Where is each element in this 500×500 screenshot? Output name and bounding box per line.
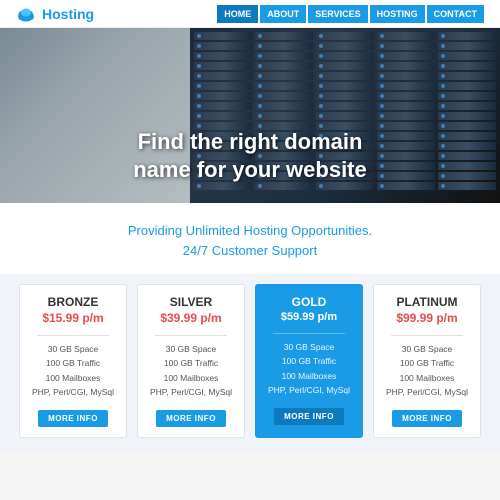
plan-feature-item: 100 Mailboxes xyxy=(382,371,472,385)
nav-item-contact[interactable]: Contact xyxy=(427,5,484,23)
subtitle-line1: Providing Unlimited Hosting Opportunitie… xyxy=(128,223,372,238)
plan-feature-item: 30 GB Space xyxy=(146,342,236,356)
plan-card-platinum: Platinum $99.99 p/m 30 GB Space100 GB Traf… xyxy=(373,284,481,438)
plan-feature-item: 100 Mailboxes xyxy=(264,369,354,383)
plan-feature-item: PHP, Perl/CGI, MySql xyxy=(382,385,472,399)
plan-feature-item: 100 Mailboxes xyxy=(146,371,236,385)
pricing-section: Bronze$15.99 p/m30 GB Space100 GB Traffi… xyxy=(0,274,500,452)
plan-feature-item: 100 GB Traffic xyxy=(146,356,236,370)
plan-divider xyxy=(273,333,345,334)
logo-text: Hosting xyxy=(42,6,94,22)
plan-name: Silver xyxy=(170,295,212,309)
plan-feature-item: 30 GB Space xyxy=(28,342,118,356)
plan-card-silver: Silver $39.99 p/m 30 GB Space100 GB Traffi… xyxy=(137,284,245,438)
plan-divider xyxy=(155,335,227,336)
plan-feature-item: PHP, Perl/CGI, MySql xyxy=(28,385,118,399)
nav-item-services[interactable]: Services xyxy=(308,5,367,23)
more-info-button[interactable]: More Info xyxy=(38,410,108,427)
plan-price: $99.99 p/m xyxy=(396,311,457,325)
plan-feature-item: 30 GB Space xyxy=(382,342,472,356)
plan-divider xyxy=(391,335,463,336)
plan-features: 30 GB Space100 GB Traffic100 MailboxesPH… xyxy=(264,340,354,398)
nav-item-about[interactable]: About xyxy=(260,5,306,23)
plan-price: $15.99 p/m xyxy=(42,311,103,325)
more-info-button[interactable]: More Info xyxy=(392,410,462,427)
cloud-icon xyxy=(16,4,36,24)
hero-section: Find the right domain name for your webs… xyxy=(0,28,500,203)
plan-features: 30 GB Space100 GB Traffic100 MailboxesPH… xyxy=(28,342,118,400)
plan-feature-item: PHP, Perl/CGI, MySql xyxy=(146,385,236,399)
plan-feature-item: 100 GB Traffic xyxy=(382,356,472,370)
plan-features: 30 GB Space100 GB Traffic100 MailboxesPH… xyxy=(382,342,472,400)
more-info-button[interactable]: More Info xyxy=(156,410,226,427)
subtitle-line2: 24/7 Customer Support xyxy=(183,243,317,258)
plan-feature-item: 100 GB Traffic xyxy=(264,354,354,368)
logo-area: Hosting xyxy=(16,4,94,24)
plan-feature-item: 30 GB Space xyxy=(264,340,354,354)
plan-feature-item: PHP, Perl/CGI, MySql xyxy=(264,383,354,397)
plan-name: Gold xyxy=(292,295,327,309)
plan-card-gold: Gold $59.99 p/m 30 GB Space100 GB Traffic1… xyxy=(255,284,363,438)
nav-item-hosting[interactable]: Hosting xyxy=(370,5,425,23)
main-nav: HomeAboutServicesHostingContact xyxy=(217,5,484,23)
plan-price: $39.99 p/m xyxy=(160,311,221,325)
plan-card-bronze: Bronze $15.99 p/m 30 GB Space100 GB Traffi… xyxy=(19,284,127,438)
plan-feature-item: 100 GB Traffic xyxy=(28,356,118,370)
plan-price: $59.99 p/m xyxy=(281,311,337,323)
header: Hosting HomeAboutServicesHostingContact xyxy=(0,0,500,28)
hero-text: Find the right domain name for your webs… xyxy=(0,128,500,183)
subtitle-section: Providing Unlimited Hosting Opportunitie… xyxy=(0,203,500,274)
plan-name: Platinum xyxy=(396,295,457,309)
plan-feature-item: 100 Mailboxes xyxy=(28,371,118,385)
plan-divider xyxy=(37,335,109,336)
more-info-button[interactable]: More Info xyxy=(274,408,344,425)
nav-item-home[interactable]: Home xyxy=(217,5,258,23)
plan-features: 30 GB Space100 GB Traffic100 MailboxesPH… xyxy=(146,342,236,400)
plan-name: Bronze xyxy=(48,295,99,309)
hero-headline: Find the right domain name for your webs… xyxy=(0,128,500,183)
